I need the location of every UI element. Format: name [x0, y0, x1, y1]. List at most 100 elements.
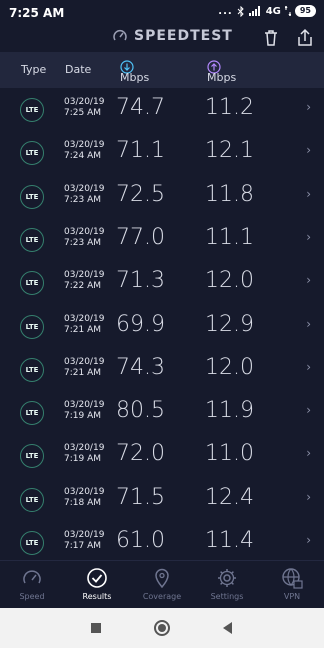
upload-speed: 11.8: [205, 181, 254, 207]
result-row[interactable]: LTE 03/20/19 7:25 AM 74.7 11.2 ›: [0, 88, 324, 131]
result-datetime: 03/20/19 7:19 AM: [64, 443, 104, 465]
home-icon[interactable]: [152, 618, 172, 638]
column-upload[interactable]: Mbps: [207, 60, 236, 84]
result-datetime: 03/20/19 7:18 AM: [64, 487, 104, 509]
result-datetime: 03/20/19 7:19 AM: [64, 400, 104, 422]
result-row[interactable]: LTE 03/20/19 7:24 AM 71.1 12.1 ›: [0, 131, 324, 174]
tab-vpn[interactable]: VPN: [260, 567, 324, 601]
download-speed: 72.0: [116, 441, 165, 467]
tab-coverage[interactable]: Coverage: [130, 567, 194, 601]
results-list[interactable]: LTE 03/20/19 7:25 AM 74.7 11.2 › LTE 03/20/19 7:…: [0, 88, 324, 560]
speedtest-logo: SPEEDTEST: [112, 28, 233, 44]
result-datetime: 03/20/19 7:22 AM: [64, 270, 104, 292]
chevron-right-icon[interactable]: ›: [306, 187, 311, 201]
result-row[interactable]: LTE 03/20/19 7:21 AM 69.9 12.9 ›: [0, 305, 324, 348]
gear-icon: [218, 569, 236, 587]
upload-speed: 11.4: [205, 528, 254, 553]
connection-type-badge: LTE: [20, 531, 44, 555]
chevron-right-icon[interactable]: ›: [306, 230, 311, 244]
result-row[interactable]: LTE 03/20/19 7:21 AM 74.3 12.0 ›: [0, 348, 324, 391]
download-speed: 61.0: [116, 528, 165, 553]
download-speed: 71.5: [116, 484, 165, 510]
download-speed: 72.5: [116, 181, 165, 207]
result-time: 7:22 AM: [64, 281, 101, 292]
column-download[interactable]: Mbps: [120, 60, 149, 84]
connection-type-badge: LTE: [20, 141, 44, 166]
battery-indicator: 95: [294, 5, 316, 17]
result-row[interactable]: LTE 03/20/19 7:22 AM 71.3 12.0 ›: [0, 261, 324, 304]
tab-settings[interactable]: Settings: [195, 567, 259, 601]
result-row[interactable]: LTE 03/20/19 7:18 AM 71.5 12.4 ›: [0, 478, 324, 521]
column-type[interactable]: Type: [21, 63, 46, 76]
result-date: 03/20/19: [64, 270, 105, 281]
result-row[interactable]: LTE 03/20/19 7:19 AM 80.5 11.9 ›: [0, 391, 324, 434]
upload-unit: Mbps: [207, 71, 237, 84]
result-time: 7:19 AM: [64, 411, 101, 422]
chevron-right-icon[interactable]: ›: [306, 403, 311, 417]
result-date: 03/20/19: [64, 486, 105, 497]
tab-speed[interactable]: Speed: [0, 567, 64, 601]
download-speed: 74.7: [116, 95, 165, 120]
chevron-right-icon[interactable]: ›: [306, 143, 311, 157]
upload-speed: 11.2: [205, 95, 254, 120]
result-time: 7:25 AM: [64, 108, 101, 118]
result-row[interactable]: LTE 03/20/19 7:23 AM 72.5 11.8 ›: [0, 175, 324, 218]
tab-vpn-label: VPN: [283, 592, 301, 601]
recents-icon[interactable]: [86, 618, 106, 638]
column-date[interactable]: Date: [65, 63, 91, 76]
result-date: 03/20/19: [64, 443, 105, 454]
chevron-right-icon[interactable]: ›: [306, 100, 311, 114]
connection-type-badge: LTE: [20, 227, 44, 252]
share-icon[interactable]: [294, 27, 316, 49]
back-icon[interactable]: [218, 618, 238, 638]
connection-type-badge: LTE: [20, 184, 44, 209]
tab-coverage-label: Coverage: [142, 592, 182, 601]
chevron-right-icon[interactable]: ›: [306, 446, 311, 460]
result-datetime: 03/20/19 7:21 AM: [64, 314, 104, 336]
result-row[interactable]: LTE 03/20/19 7:23 AM 77.0 11.1 ›: [0, 218, 324, 261]
result-datetime: 03/20/19 7:24 AM: [64, 140, 104, 162]
result-time: 7:19 AM: [64, 454, 101, 465]
map-pin-icon: [155, 568, 169, 589]
result-row[interactable]: LTE 03/20/19 7:17 AM 61.0 11.4 ›: [0, 521, 324, 560]
chevron-right-icon[interactable]: ›: [306, 317, 311, 331]
result-time: 7:17 AM: [64, 541, 101, 551]
result-date: 03/20/19: [64, 530, 105, 540]
gauge-icon: [23, 570, 41, 584]
upload-speed: 11.0: [205, 441, 254, 467]
download-speed: 71.1: [116, 138, 165, 164]
result-time: 7:18 AM: [64, 497, 101, 508]
chevron-right-icon[interactable]: ›: [306, 360, 311, 374]
connection-type-badge: LTE: [20, 401, 44, 426]
result-time: 7:21 AM: [64, 367, 101, 378]
download-speed: 77.0: [116, 224, 165, 250]
connection-type-badge: LTE: [20, 98, 44, 122]
tab-settings-label: Settings: [210, 592, 244, 601]
result-date: 03/20/19: [64, 313, 105, 324]
result-datetime: 03/20/19 7:25 AM: [64, 97, 104, 119]
trash-icon[interactable]: [260, 27, 282, 49]
result-time: 7:23 AM: [64, 194, 101, 205]
system-navigation-bar: [0, 608, 324, 648]
bluetooth-icon: [237, 5, 244, 17]
results-header: Type Date Mbps Mbps: [0, 52, 324, 88]
result-date: 03/20/19: [64, 400, 105, 411]
connection-type-badge: LTE: [20, 444, 44, 469]
status-time: 7:25 AM: [9, 6, 65, 20]
chevron-right-icon[interactable]: ›: [306, 533, 311, 547]
globe-lock-icon: [282, 568, 303, 589]
result-date: 03/20/19: [64, 226, 105, 237]
upload-speed: 12.4: [205, 484, 254, 510]
network-type: 4G: [265, 5, 281, 17]
connection-type-badge: LTE: [20, 487, 44, 512]
chevron-right-icon[interactable]: ›: [306, 273, 311, 287]
upload-speed: 11.1: [205, 224, 254, 250]
status-icons: ... 4G 95: [218, 5, 316, 17]
upload-speed: 12.1: [205, 138, 254, 164]
download-unit: Mbps: [120, 71, 150, 84]
upload-speed: 12.0: [205, 354, 254, 380]
result-row[interactable]: LTE 03/20/19 7:19 AM 72.0 11.0 ›: [0, 434, 324, 477]
tab-results[interactable]: Results: [65, 567, 129, 601]
chevron-right-icon[interactable]: ›: [306, 490, 311, 504]
status-bar: 7:25 AM ... 4G 95: [0, 0, 324, 26]
